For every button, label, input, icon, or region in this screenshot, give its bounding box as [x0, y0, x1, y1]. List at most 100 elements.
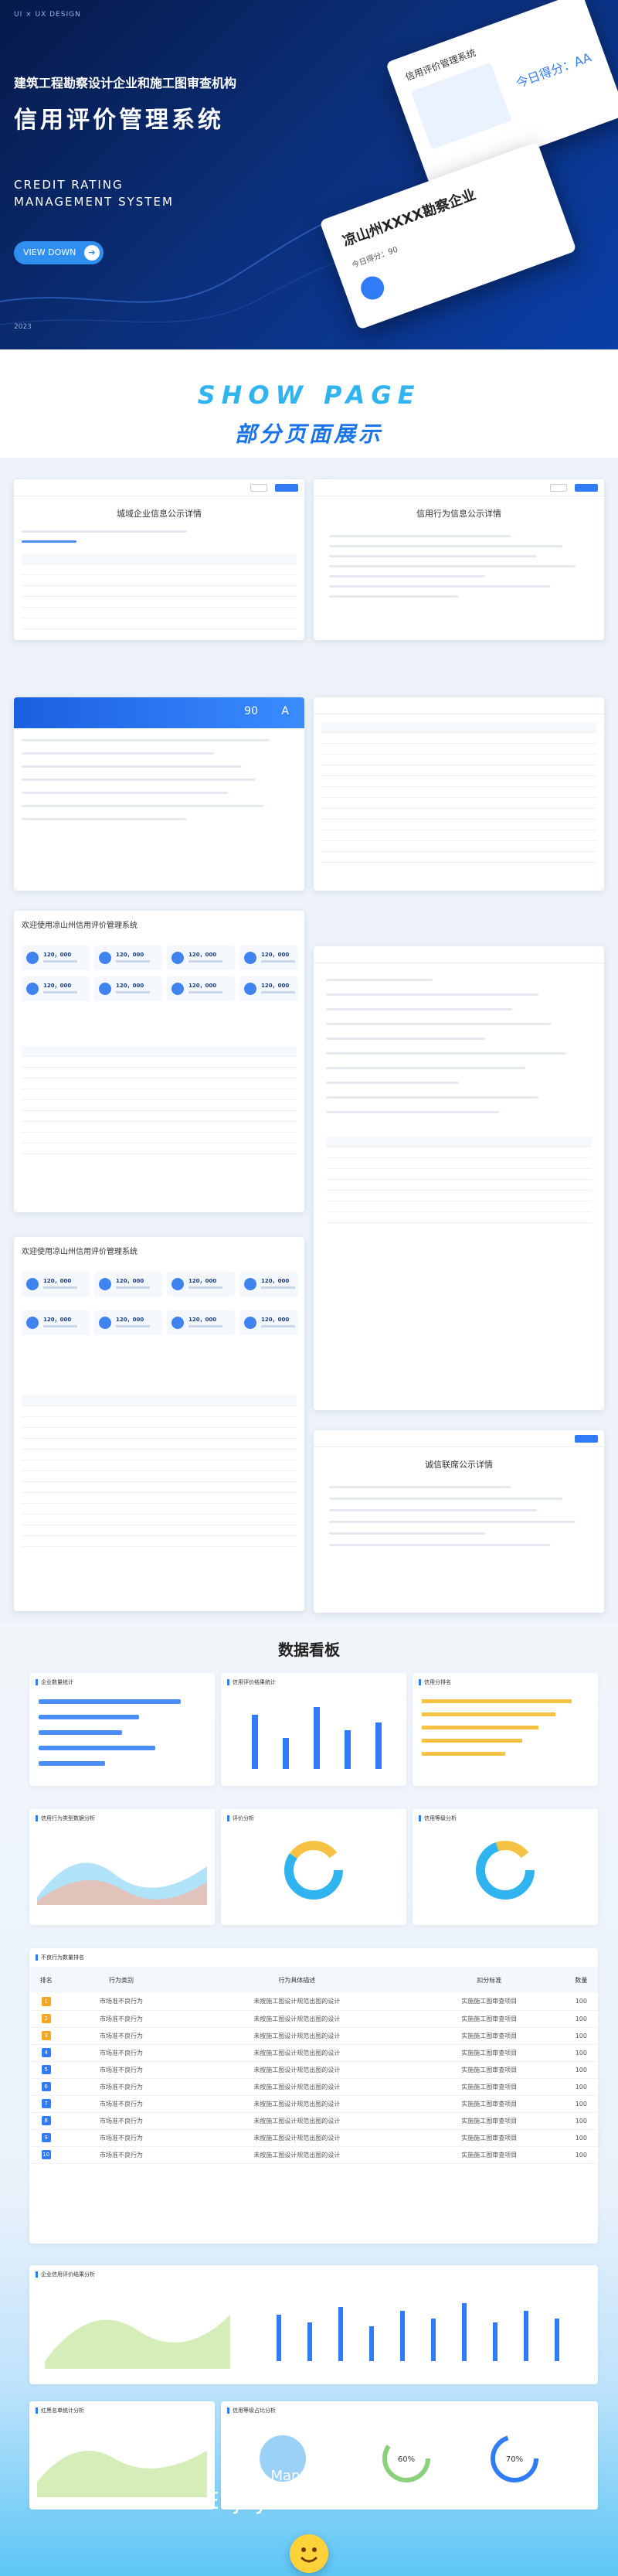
shot-table: [22, 530, 297, 629]
table-cell: 100: [564, 2010, 598, 2028]
shot-grade: A: [281, 705, 289, 717]
table-cell: 100: [564, 2078, 598, 2096]
table-cell: 未按施工图设计规范出图的设计: [179, 2044, 414, 2062]
panel-score-rank: 信用分排名: [413, 1673, 598, 1786]
table-cell: 实施施工图审查项目: [413, 2010, 565, 2028]
donut1-percent: 60%: [398, 2455, 415, 2464]
view-down-label: VIEW DOWN: [23, 247, 76, 257]
panel-title: 信用等级分析: [424, 1815, 457, 1821]
shot-credit-home: 90 A: [14, 697, 304, 891]
shot-blue-banner: 90 A: [14, 697, 304, 728]
smile-icon: [290, 2534, 328, 2573]
shot-behavior-detail: 信用行为信息公示详情: [314, 479, 604, 640]
shot-header: [314, 1430, 604, 1447]
hero-en-title: CREDIT RATING MANAGEMENT SYSTEM: [14, 178, 174, 209]
dashboard-title: 数据看板: [278, 1641, 340, 1659]
rank-badge: 6: [41, 2082, 51, 2091]
mock-card-grade: 今日得分：AA: [514, 49, 594, 91]
hero-banner: UI × UX DESIGN 建筑工程勘察设计企业和施工图审查机构 信用评价管理…: [0, 0, 618, 349]
mock-card-score: 今日得分：90: [351, 245, 399, 271]
panel-credit-level: 信用等级分析: [413, 1809, 598, 1925]
table-cell: 100: [564, 2112, 598, 2130]
shot-title: 诚信联席公示详情: [425, 1460, 493, 1470]
panel-title: 信用行为类型数据分析: [41, 1815, 95, 1821]
table-row: 2 市场准不良行为 未按施工图设计规范出图的设计 实施施工图审查项目 100: [29, 2010, 598, 2028]
show-title-en: SHOW PAGE: [197, 380, 421, 410]
rank-badge: 8: [41, 2116, 51, 2125]
table-cell: 实施施工图审查项目: [413, 2129, 565, 2147]
table-cell: 未按施工图设计规范出图的设计: [179, 1993, 414, 2011]
table-cell: 未按施工图设计规范出图的设计: [179, 2078, 414, 2096]
table-cell: 实施施工图审查项目: [413, 2027, 565, 2045]
mock-card-icon: [357, 273, 388, 303]
hero-title: 信用评价管理系统: [14, 107, 224, 134]
arrow-right-icon: ➔: [84, 245, 100, 261]
bar-chart: [252, 1707, 382, 1769]
table-cell: 实施施工图审查项目: [413, 2061, 565, 2079]
table-cell: 未按施工图设计规范出图的设计: [179, 2112, 414, 2130]
table-header: 排名: [29, 1967, 63, 1993]
table-cell: 100: [564, 2044, 598, 2062]
table-cell: 市场准不良行为: [63, 2112, 180, 2130]
area-chart: [37, 1862, 207, 1905]
shot-title: 欢迎使用凉山州信用评价管理系统: [22, 1248, 138, 1256]
shot-enterprise-detail: 城域企业信息公示详情: [14, 479, 304, 640]
table-cell: 市场准不良行为: [63, 2078, 180, 2096]
table-cell: 实施施工图审查项目: [413, 2112, 565, 2130]
donut-chart: [284, 1841, 343, 1900]
shot-list-page: [314, 697, 604, 891]
panel-title: 红黑名单统计分析: [41, 2407, 84, 2414]
shot-header: [14, 479, 304, 496]
rank-badge: 5: [41, 2065, 51, 2074]
panel-result-stats: 信用评价结果统计: [221, 1673, 406, 1786]
panel-title: 企业信用评价结果分析: [41, 2271, 95, 2278]
shot-fields: [329, 535, 589, 598]
table-cell: 100: [564, 2129, 598, 2147]
table-cell: 100: [564, 1993, 598, 2011]
hero-subtitle: 建筑工程勘察设计企业和施工图审查机构: [14, 76, 237, 90]
rank-table: 排名 行为类别 行为具体描述 扣分标准 数量 1 市场准不良行为 未按施工图设计规范出图的设…: [29, 1967, 598, 2164]
table-cell: 未按施工图设计规范出图的设计: [179, 2095, 414, 2113]
table-row: 7 市场准不良行为 未按施工图设计规范出图的设计 实施施工图审查项目 100: [29, 2095, 598, 2113]
panel-evaluation: 评价分析: [221, 1809, 406, 1925]
table-cell: 市场准不良行为: [63, 2027, 180, 2045]
enjoy-product-text: Enjoy Our Product: [204, 2488, 414, 2515]
table-cell: 100: [564, 2095, 598, 2113]
table-cell: 实施施工图审查项目: [413, 2044, 565, 2062]
rank-badge: 10: [41, 2150, 51, 2159]
table-header: 行为类别: [63, 1967, 180, 1993]
panel-enterprise-count: 企业数量统计: [29, 1673, 215, 1786]
view-down-button[interactable]: VIEW DOWN ➔: [14, 241, 104, 264]
table-cell: 100: [564, 2061, 598, 2079]
donut-chart-2: [476, 1841, 535, 1900]
table-cell: 未按施工图设计规范出图的设计: [179, 2027, 414, 2045]
rank-badge: 2: [41, 2014, 51, 2023]
table-cell: 市场准不良行为: [63, 2010, 180, 2028]
table-cell: 市场准不良行为: [63, 1993, 180, 2011]
hero-year: 2023: [14, 323, 32, 331]
hero-tag: UI × UX DESIGN: [14, 11, 81, 19]
table-row: 9 市场准不良行为 未按施工图设计规范出图的设计 实施施工图审查项目 100: [29, 2129, 598, 2147]
combo-chart: [45, 2303, 559, 2369]
table-cell: 未按施工图设计规范出图的设计: [179, 2146, 414, 2164]
table-header: 行为具体描述: [179, 1967, 414, 1993]
shot-joint-detail: 诚信联席公示详情: [314, 1430, 604, 1613]
donut2-percent: 70%: [506, 2455, 523, 2464]
shot-header: [314, 479, 604, 496]
table-cell: 未按施工图设计规范出图的设计: [179, 2010, 414, 2028]
rank-badge: 7: [41, 2099, 51, 2108]
shot-welcome-dashboard-2: 欢迎使用凉山州信用评价管理系统 120，000 120，000 120，000 …: [14, 1237, 304, 1611]
panel-title: 信用分排名: [424, 1679, 451, 1685]
panel-bad-behavior-rank: 不良行为数量排名 排名 行为类别 行为具体描述 扣分标准 数量 1 市场准不良行为 未按施工…: [29, 1948, 598, 2244]
table-cell: 实施施工图审查项目: [413, 1993, 565, 2011]
table-header: 数量: [564, 1967, 598, 1993]
panel-result-analysis: 企业信用评价结果分析: [29, 2265, 598, 2384]
table-row: 6 市场准不良行为 未按施工图设计规范出图的设计 实施施工图审查项目 100: [29, 2078, 598, 2096]
shot-title: 城域企业信息公示详情: [117, 509, 202, 519]
table-cell: 实施施工图审查项目: [413, 2078, 565, 2096]
rank-badge: 1: [41, 1996, 51, 2006]
table-cell: 未按施工图设计规范出图的设计: [179, 2061, 414, 2079]
table-row: 8 市场准不良行为 未按施工图设计规范出图的设计 实施施工图审查项目 100: [29, 2112, 598, 2130]
shot-header: [314, 697, 604, 714]
panel-title: 不良行为数量排名: [41, 1954, 84, 1961]
